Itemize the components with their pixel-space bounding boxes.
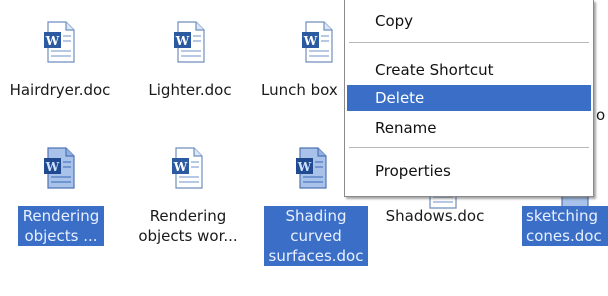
word-document-icon: W: [44, 21, 75, 63]
clipped-label-fragment: o: [596, 106, 606, 124]
word-document-icon: W: [174, 21, 205, 63]
menu-item-delete[interactable]: Delete: [347, 85, 591, 111]
file-label: Hairdryer.doc: [9, 81, 111, 99]
svg-text:W: W: [45, 160, 60, 174]
menu-item-copy[interactable]: Copy: [347, 8, 591, 34]
word-document-icon: W: [302, 21, 333, 63]
menu-item-rename[interactable]: Rename: [347, 115, 591, 141]
file-label: Lighter.doc: [148, 81, 232, 99]
file-item-rendering-objects[interactable]: W Rendering objects ...: [8, 146, 128, 296]
menu-separator: [349, 42, 589, 43]
file-label: Rendering objects wor...: [138, 207, 238, 245]
svg-text:W: W: [173, 160, 188, 174]
word-document-icon: W: [296, 147, 327, 189]
file-label: Rendering objects ...: [18, 206, 104, 246]
svg-text:W: W: [45, 34, 60, 48]
file-label: Shadows.doc: [385, 207, 485, 225]
svg-text:W: W: [175, 34, 190, 48]
file-label: sketching cones.doc: [522, 206, 608, 246]
file-label: Shading curved surfaces.doc: [264, 206, 368, 266]
file-item-rendering-objects-wor[interactable]: W Rendering objects wor...: [138, 146, 258, 296]
menu-item-properties[interactable]: Properties: [347, 158, 591, 184]
menu-item-create-shortcut[interactable]: Create Shortcut: [347, 57, 591, 83]
word-document-icon: W: [44, 147, 75, 189]
context-menu: Copy Create Shortcut Delete Rename Prope…: [344, 0, 594, 197]
svg-text:W: W: [303, 34, 318, 48]
menu-separator: [349, 147, 589, 148]
word-document-icon: W: [172, 147, 203, 189]
svg-text:W: W: [297, 160, 312, 174]
